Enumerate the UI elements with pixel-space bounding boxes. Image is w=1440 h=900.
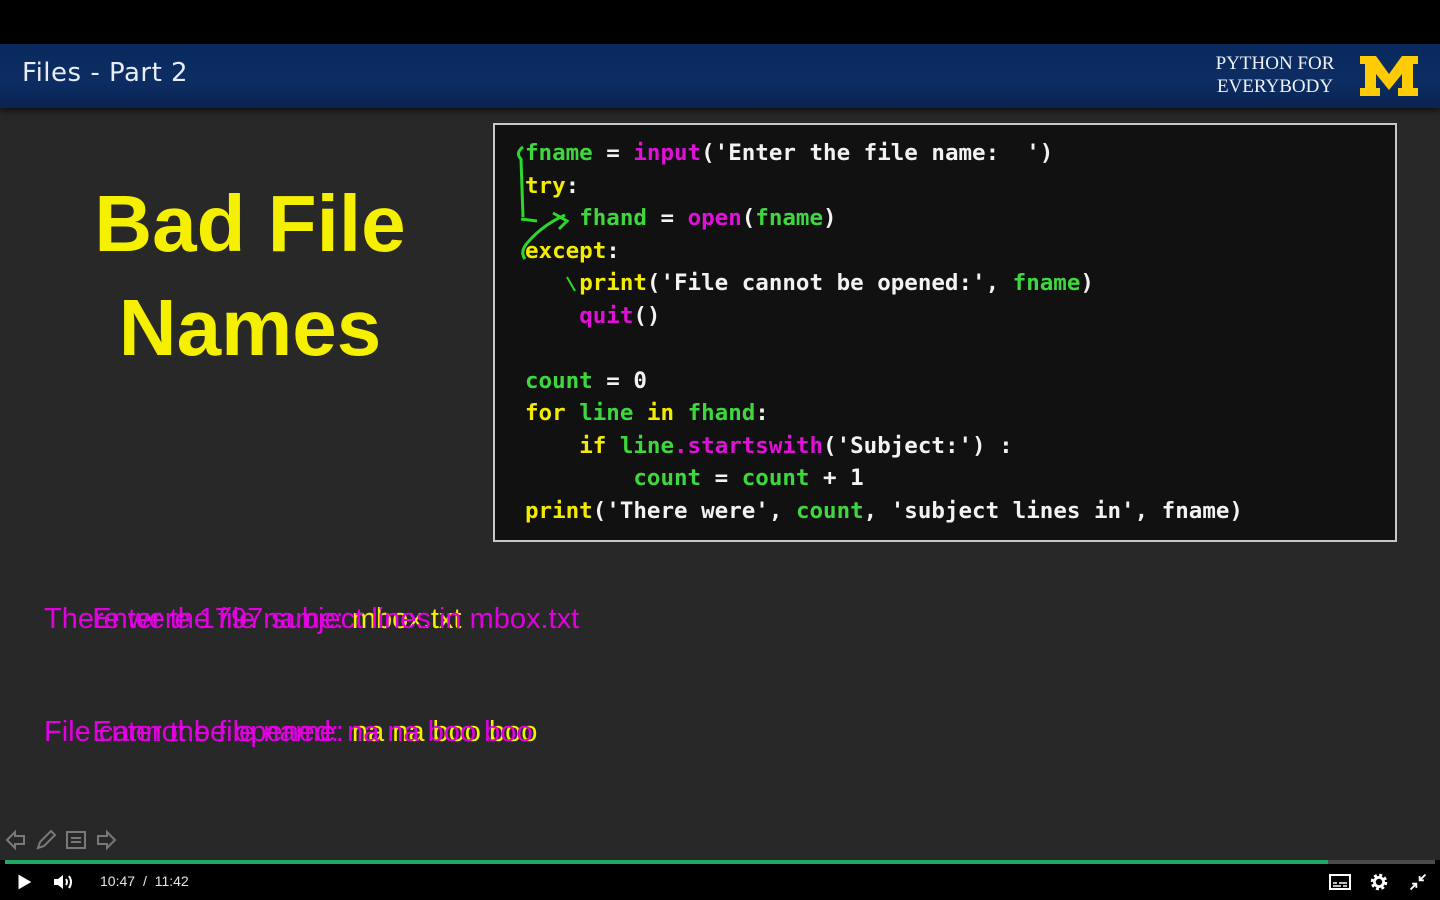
exit-fullscreen-button[interactable] bbox=[1406, 870, 1430, 894]
code-token: : bbox=[606, 237, 620, 264]
code-token: , 'subject lines in', fname) bbox=[863, 497, 1243, 524]
video-top-letterbox bbox=[0, 0, 1440, 44]
code-token: fname bbox=[525, 140, 593, 166]
code-token: = bbox=[592, 140, 634, 166]
code-token: line bbox=[619, 432, 675, 459]
previous-slide-icon[interactable] bbox=[4, 828, 28, 852]
code-token: for bbox=[525, 400, 566, 426]
code-token: = bbox=[646, 205, 688, 231]
code-token: if bbox=[579, 432, 607, 459]
code-token: fname bbox=[755, 205, 824, 231]
code-token: ) bbox=[823, 205, 837, 231]
code-token: fname bbox=[1012, 270, 1081, 296]
code-line: print('File cannot be opened:', fname) bbox=[525, 267, 1243, 300]
captions-icon bbox=[1329, 874, 1351, 890]
result-text: File cannot be opened: na na boo boo bbox=[44, 716, 533, 748]
settings-button[interactable] bbox=[1367, 870, 1391, 894]
current-time: 10:47 bbox=[100, 873, 136, 889]
code-line: try: bbox=[525, 170, 1243, 203]
code-token: ( bbox=[741, 205, 756, 231]
university-logo-icon bbox=[1360, 56, 1418, 96]
code-line: print('There were', count, 'subject line… bbox=[525, 495, 1243, 528]
brand-line-2: EVERYBODY bbox=[1216, 76, 1334, 97]
code-line: fhand = open(fname) bbox=[525, 202, 1243, 235]
code-token: = 0 bbox=[592, 367, 647, 394]
time-display: 10:47 / 11:42 bbox=[100, 873, 189, 889]
code-token: ) bbox=[1080, 270, 1094, 296]
lecture-slide: Files - Part 2 PYTHON FOR EVERYBODY Bad … bbox=[0, 44, 1440, 860]
code-token: print bbox=[525, 497, 593, 524]
slide-tools bbox=[4, 828, 118, 852]
code-token: fhand bbox=[579, 205, 647, 231]
code-line: for line in fhand: bbox=[525, 397, 1243, 430]
code-token: count bbox=[525, 367, 593, 394]
slide-title-line-1: Bad File bbox=[94, 179, 406, 268]
volume-button[interactable] bbox=[50, 870, 76, 894]
output-line: Enter the file name: mbox.txt bbox=[44, 562, 579, 635]
result-text: There were 1797 subject lines in mbox.tx… bbox=[44, 603, 580, 635]
code-token: line bbox=[579, 400, 634, 426]
output-line: Enter the file name: na na boo boo bbox=[44, 675, 579, 748]
program-output: Enter the file name: mbox.txt There were… bbox=[44, 562, 579, 751]
code-token: try bbox=[525, 172, 566, 199]
exit-fullscreen-icon bbox=[1409, 873, 1427, 891]
code-token: count bbox=[795, 497, 864, 524]
brand-line-1: PYTHON FOR bbox=[1215, 53, 1335, 74]
code-token: quit bbox=[579, 302, 634, 329]
code-line: count = count + 1 bbox=[525, 462, 1243, 495]
code-line: count = 0 bbox=[525, 365, 1243, 398]
code-token: input bbox=[633, 140, 702, 166]
slide-title-line-2: Names bbox=[118, 283, 382, 372]
section-title: Files - Part 2 bbox=[22, 58, 189, 88]
code-line: quit() bbox=[525, 300, 1243, 333]
code-panel: fname = input('Enter the file name: ') tr… bbox=[493, 123, 1397, 542]
code-token: ('Enter the file name: ') bbox=[701, 140, 1054, 166]
time-separator: / bbox=[142, 873, 147, 889]
play-button[interactable] bbox=[12, 870, 36, 894]
code-token: except bbox=[525, 237, 607, 264]
next-slide-icon[interactable] bbox=[94, 828, 118, 852]
code-token: .startswith bbox=[674, 432, 824, 459]
code-token: () bbox=[633, 302, 661, 329]
play-icon bbox=[18, 874, 32, 890]
course-brand: PYTHON FOR EVERYBODY bbox=[1200, 52, 1350, 98]
code-token: : bbox=[755, 400, 769, 426]
code-token: : bbox=[565, 172, 580, 199]
code-line: fname = input('Enter the file name: ') bbox=[525, 137, 1243, 170]
slide-menu-icon[interactable] bbox=[64, 828, 88, 852]
settings-icon bbox=[1370, 873, 1388, 891]
code-block: fname = input('Enter the file name: ') tr… bbox=[525, 137, 1243, 527]
volume-icon bbox=[54, 875, 72, 889]
code-token: ('There were', bbox=[592, 497, 796, 524]
code-token: fhand bbox=[687, 400, 756, 426]
code-line: if line.startswith('Subject:') : bbox=[525, 430, 1243, 463]
code-token: ('Subject:') : bbox=[823, 432, 1013, 459]
code-token: print bbox=[579, 270, 647, 296]
code-token: = bbox=[701, 465, 742, 491]
video-controls: 10:47 / 11:42 bbox=[0, 864, 1440, 900]
code-token: count bbox=[633, 465, 702, 491]
code-token: ('File cannot be opened:', bbox=[646, 270, 1013, 296]
slide-header: Files - Part 2 PYTHON FOR EVERYBODY bbox=[0, 44, 1440, 108]
code-token: in bbox=[646, 400, 675, 426]
slide-title: Bad File Names bbox=[30, 172, 470, 380]
captions-button[interactable] bbox=[1327, 870, 1353, 894]
code-token: + 1 bbox=[809, 465, 864, 491]
code-token: count bbox=[741, 465, 810, 491]
pen-tool-icon[interactable] bbox=[34, 828, 58, 852]
code-token: open bbox=[687, 205, 742, 231]
code-line: except: bbox=[525, 235, 1243, 268]
duration: 11:42 bbox=[154, 873, 189, 889]
